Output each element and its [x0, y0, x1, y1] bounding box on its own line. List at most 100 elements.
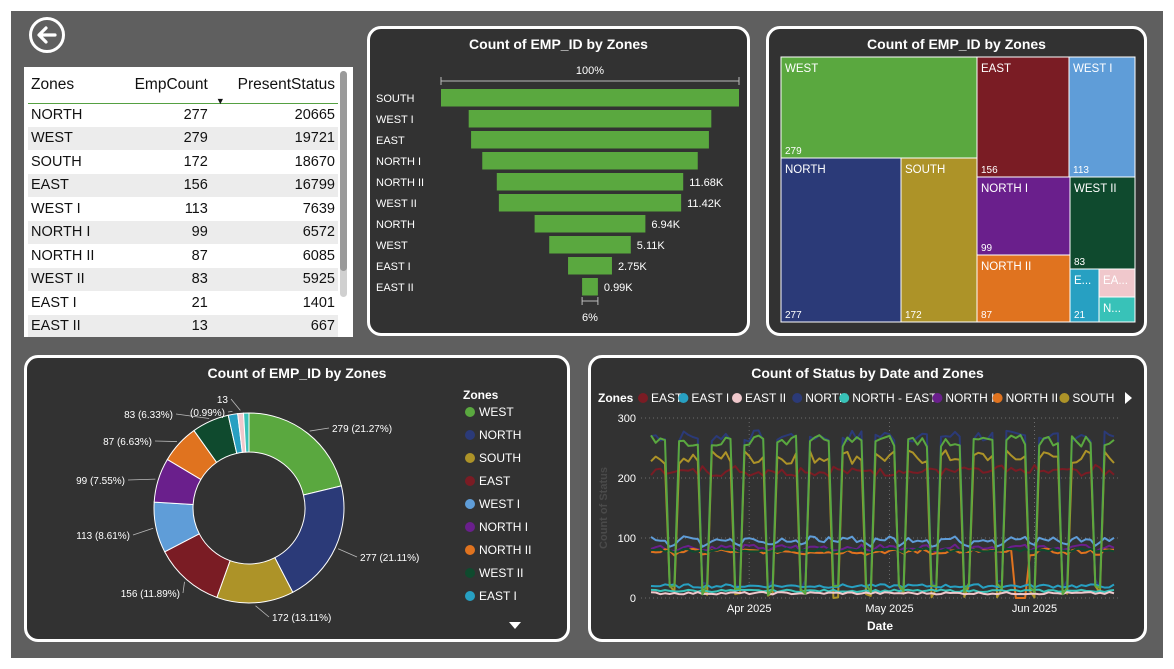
legend-item-label[interactable]: NORTH I	[479, 520, 528, 534]
cell-presentstatus: 6085	[302, 247, 335, 264]
table-row[interactable]: EAST II 13 667	[28, 314, 338, 337]
treemap-tile[interactable]	[1068, 56, 1136, 178]
y-tick-label: 300	[618, 413, 636, 425]
cell-empcount: 13	[113, 314, 211, 337]
treemap-tile-value: 113	[1073, 165, 1089, 176]
funnel-category-label: EAST I	[376, 261, 411, 273]
line-card[interactable]: Count of Status by Date and Zones Zones E…	[588, 355, 1147, 642]
cell-empcount: 113	[184, 200, 208, 217]
treemap-tile[interactable]	[780, 157, 902, 323]
legend-item-label[interactable]: EAST II	[745, 391, 786, 405]
legend-item-label[interactable]: SOUTH	[479, 451, 521, 465]
col-header-empcount[interactable]: EmpCount	[113, 67, 211, 104]
legend-item-label[interactable]: NORTH II	[1006, 391, 1058, 405]
funnel-value-label: 2.75K	[618, 261, 647, 273]
treemap-tile-label: E...	[1074, 275, 1091, 287]
funnel-bar[interactable]	[441, 89, 739, 107]
triangle-down-icon[interactable]	[509, 622, 521, 629]
cell-empcount: 172	[183, 153, 208, 170]
treemap-tile[interactable]	[900, 157, 978, 323]
funnel-value-label: 0.99K	[604, 282, 633, 294]
legend-item-label[interactable]: EAST	[479, 474, 511, 488]
funnel-value-label: 11.68K	[689, 177, 724, 189]
funnel-value-label: 6.94K	[651, 219, 680, 231]
table-row[interactable]: SOUTH 172 18670	[28, 150, 338, 174]
sort-descending-icon: ▼	[215, 95, 225, 106]
legend-item-label[interactable]: EAST I	[691, 391, 729, 405]
cell-zone: EAST	[28, 173, 114, 197]
line-series[interactable]	[650, 588, 1115, 593]
legend-item-label[interactable]: WEST II	[479, 566, 523, 580]
cell-zone: WEST I	[31, 200, 81, 217]
line-series[interactable]	[650, 463, 1115, 478]
table-scrollbar-thumb[interactable]	[340, 71, 347, 271]
table-row[interactable]: EAST I 21 1401	[28, 291, 338, 315]
cell-presentstatus: 18670	[294, 153, 335, 170]
donut-card[interactable]: Count of EMP_ID by Zones 279 (21.27%) 277…	[24, 355, 570, 642]
treemap-tile-label: NORTH	[785, 164, 826, 176]
legend-item-label[interactable]: WEST	[479, 405, 514, 419]
table-row[interactable]: WEST II 83 5925	[28, 267, 338, 291]
funnel-bar[interactable]	[496, 173, 684, 191]
funnel-bar[interactable]	[534, 215, 646, 233]
cell-empcount: 21	[191, 294, 208, 311]
cell-empcount: 87	[191, 247, 208, 264]
col-header-zones[interactable]: Zones	[28, 67, 114, 104]
legend-item-label[interactable]: EAST	[651, 391, 683, 405]
triangle-right-icon[interactable]	[1125, 392, 1132, 404]
legend-item-label[interactable]: SOUTH	[1072, 391, 1114, 405]
cell-presentstatus: 7639	[302, 200, 335, 217]
legend-marker	[465, 568, 475, 578]
donut-leader-line	[230, 398, 241, 411]
legend-item-label[interactable]: NORTH - EAST	[852, 391, 937, 405]
table-row[interactable]: WEST 279 19721	[28, 126, 338, 150]
line-chart[interactable]: Zones EAST EAST I EAST II NORTH NORTH - EAST N…	[591, 358, 1144, 639]
treemap-tile-label: EAST	[981, 63, 1011, 75]
col-header-presentstatus[interactable]: PresentStatus ▼	[210, 67, 338, 106]
funnel-bar[interactable]	[549, 236, 631, 254]
funnel-bar[interactable]	[498, 194, 682, 212]
funnel-category-label: EAST II	[376, 282, 414, 294]
cell-presentstatus: 667	[210, 314, 338, 337]
legend-item-label[interactable]: NORTH	[479, 428, 521, 442]
back-arrow-circle-icon[interactable]	[28, 16, 66, 54]
cell-zone: NORTH	[31, 107, 83, 123]
donut-leader-line	[337, 548, 358, 558]
table-row[interactable]: WEST I 113 7639	[28, 197, 338, 221]
treemap-tile-label: N...	[1103, 303, 1121, 315]
treemap-chart[interactable]: WEST 279 EAST 156 WEST I 113 NORTH 277 SOUTH 172 N…	[769, 29, 1144, 333]
table-scrollbar[interactable]	[340, 71, 347, 297]
funnel-bar[interactable]	[471, 131, 709, 149]
funnel-bar[interactable]	[468, 110, 712, 128]
cell-empcount: 99	[113, 220, 211, 244]
treemap-card[interactable]: Count of EMP_ID by Zones WEST 279 EAST 156 W…	[766, 26, 1147, 336]
funnel-bar[interactable]	[582, 278, 598, 296]
treemap-tile-label: NORTH I	[981, 183, 1028, 195]
funnel-value-label: 5.11K	[637, 240, 666, 252]
legend-marker	[839, 393, 850, 403]
table-row[interactable]: NORTH I 99 6572	[28, 220, 338, 244]
donut-chart[interactable]: 279 (21.27%) 277 (21.11%) 172 (13.11%) 156 …	[27, 358, 567, 639]
cell-empcount: 156	[113, 173, 211, 197]
donut-leader-line	[132, 527, 154, 536]
legend-marker	[732, 393, 742, 403]
funnel-category-label: NORTH I	[376, 156, 421, 168]
funnel-bar[interactable]	[482, 152, 698, 170]
funnel-chart[interactable]: 100% SOUTH WEST I EAST NORTH I NORTH II 11.68K…	[370, 29, 747, 333]
legend-item-label[interactable]: WEST I	[479, 497, 520, 511]
funnel-card[interactable]: Count of EMP_ID by Zones 100% SOUTH WEST I…	[367, 26, 750, 336]
donut-slice[interactable]	[248, 412, 342, 496]
legend-item-label[interactable]: NORTH I	[945, 391, 994, 405]
table-row[interactable]: NORTH II 87 6085	[28, 244, 338, 268]
treemap-tile[interactable]	[976, 56, 1070, 178]
legend-item-label[interactable]: EAST I	[479, 589, 517, 603]
table-row[interactable]: EAST 156 16799	[28, 173, 338, 197]
donut-data-label: (0.99%)	[190, 408, 225, 419]
table-row[interactable]: NORTH 277 20665	[28, 103, 338, 127]
donut-slice[interactable]	[274, 485, 345, 593]
legend-item-label[interactable]: NORTH II	[479, 543, 531, 557]
funnel-bar[interactable]	[568, 257, 612, 275]
line-series[interactable]	[650, 583, 1115, 589]
funnel-value-label: 11.42K	[687, 198, 722, 210]
line-series[interactable]	[650, 429, 1115, 593]
